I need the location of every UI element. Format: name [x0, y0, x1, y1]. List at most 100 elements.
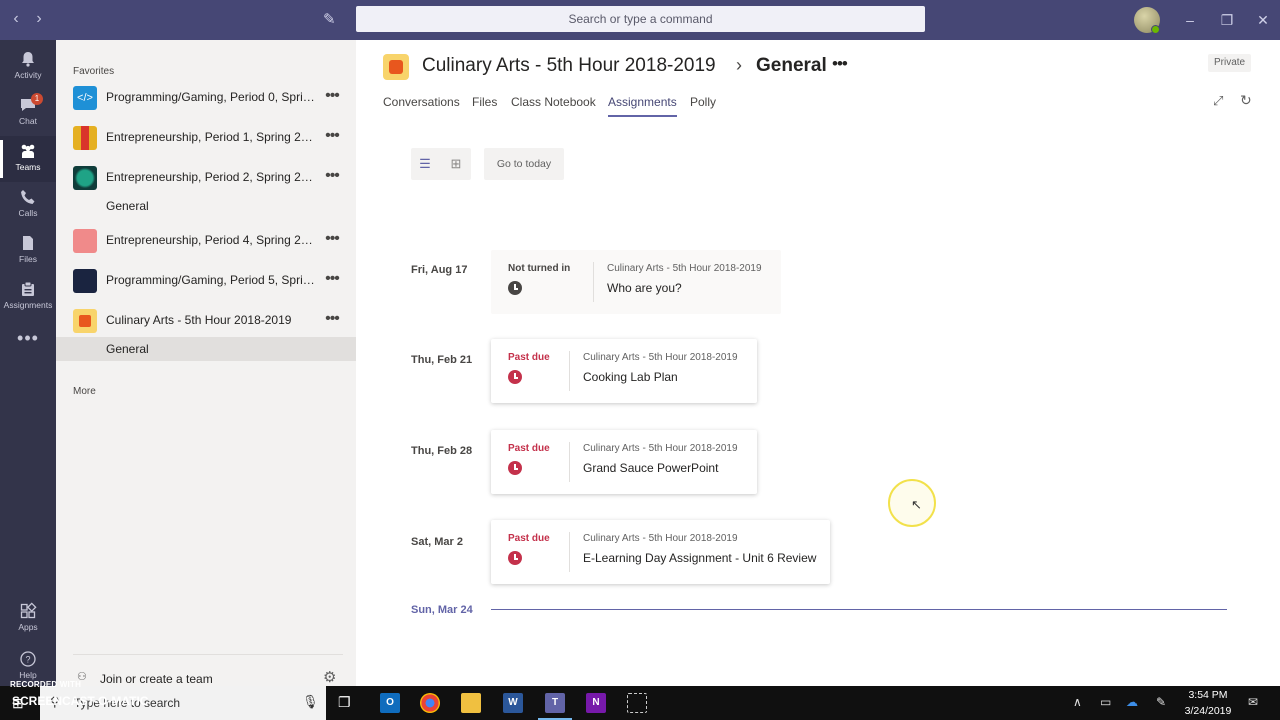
battery-icon: ▭	[1100, 695, 1112, 709]
help-icon: ?	[20, 651, 36, 667]
pen-icon[interactable]: ✎	[1156, 695, 1166, 709]
team-row[interactable]: Programming/Gaming, Period 5, Spring 201…	[56, 261, 356, 301]
appbar-label: Teams	[15, 162, 41, 172]
team-tile-icon	[73, 126, 97, 150]
assignment-card[interactable]: Past due Culinary Arts - 5th Hour 2018-2…	[491, 430, 757, 494]
taskbar: ⊞ ⚲ Type here to search 🎙 ❐ O W T N ∧ ▭ …	[0, 686, 1280, 720]
files-icon	[23, 236, 33, 250]
assignment-card[interactable]: Past due Culinary Arts - 5th Hour 2018-2…	[491, 339, 757, 403]
presence-indicator	[1151, 25, 1160, 34]
tab-files[interactable]: Files	[472, 95, 497, 117]
tab-class-notebook[interactable]: Class Notebook	[511, 95, 596, 117]
tab-assignments[interactable]: Assignments	[608, 95, 677, 117]
appbar-item-apps[interactable]: Apps	[0, 596, 56, 642]
team-row[interactable]: Entrepreneurship, Period 1, Spring 2019 …	[56, 118, 356, 158]
appbar-item-teams[interactable]: Teams	[0, 136, 56, 182]
private-badge: Private	[1208, 54, 1252, 72]
grid-view-icon[interactable]: ⊞	[448, 156, 464, 172]
assignment-date: Fri, Aug 17	[411, 264, 468, 276]
onenote-icon[interactable]: N	[586, 693, 606, 713]
team-row[interactable]: Culinary Arts - 5th Hour 2018-2019 •••	[56, 301, 356, 341]
microphone-icon[interactable]: 🎙	[302, 694, 319, 710]
tab-conversations[interactable]: Conversations	[383, 95, 460, 117]
refresh-icon[interactable]: ↻	[1240, 92, 1252, 109]
assignment-card[interactable]: Not turned in Culinary Arts - 5th Hour 2…	[491, 250, 781, 314]
more-options-icon[interactable]: •••	[322, 230, 342, 250]
channel-item-general-selected[interactable]: General	[56, 337, 356, 361]
outlook-icon[interactable]: O	[380, 693, 400, 713]
chevron-up-icon[interactable]: ∧	[1073, 695, 1082, 709]
more-options-icon[interactable]: •••	[322, 310, 342, 330]
more-options-icon[interactable]: •••	[322, 87, 342, 107]
more-options-icon[interactable]: •••	[322, 127, 342, 147]
command-search-box[interactable]: Search or type a command	[356, 6, 925, 32]
forward-arrow-icon[interactable]: ›	[30, 10, 48, 28]
word-icon[interactable]: W	[503, 693, 523, 713]
teams-taskbar-icon[interactable]: T	[545, 693, 565, 713]
appbar-label: Files	[19, 254, 37, 264]
minimize-icon[interactable]: –	[1180, 10, 1200, 30]
notification-icon[interactable]: ✉	[1248, 695, 1258, 709]
gear-icon[interactable]: ⚙	[323, 668, 336, 686]
assignment-title: Who are you?	[607, 281, 682, 295]
clock-date[interactable]: 3/24/2019	[1180, 705, 1236, 717]
clock-icon	[508, 551, 522, 565]
clock-icon	[508, 370, 522, 384]
list-view-icon[interactable]: ☰	[417, 156, 433, 172]
assignment-status: Past due	[508, 352, 550, 363]
appbar-item-assignments[interactable]: Assignments	[0, 274, 56, 320]
folder-icon[interactable]	[461, 693, 481, 713]
clock-icon	[508, 281, 522, 295]
go-to-today-button[interactable]: Go to today	[484, 148, 564, 180]
chrome-icon[interactable]	[420, 693, 440, 713]
apps-icon	[20, 602, 37, 619]
snipping-tool-icon[interactable]	[627, 693, 647, 713]
assignment-status: Past due	[508, 443, 550, 454]
team-row[interactable]: </> Programming/Gaming, Period 0, Spring…	[56, 78, 356, 118]
channel-name: General	[106, 199, 149, 213]
assignment-team: Culinary Arts - 5th Hour 2018-2019	[583, 352, 738, 363]
close-icon[interactable]: ✕	[1253, 10, 1273, 30]
back-arrow-icon[interactable]: ‹	[7, 10, 25, 28]
assignment-date: Sat, Mar 2	[411, 536, 463, 548]
assignment-team: Culinary Arts - 5th Hour 2018-2019	[583, 533, 738, 544]
teams-icon	[21, 144, 35, 158]
more-label: More	[73, 386, 96, 397]
clock-time[interactable]: 3:54 PM	[1186, 689, 1230, 701]
appbar-label: Chat	[19, 116, 37, 126]
appbar-item-files[interactable]: Files	[0, 228, 56, 274]
appbar-item-chat[interactable]: 1 Chat	[0, 90, 56, 136]
more-apps-icon[interactable]: •••	[0, 324, 56, 370]
recorded-with-watermark: RECORDED WITH	[10, 680, 82, 689]
more-options-icon[interactable]: •••	[322, 167, 342, 187]
join-or-create-team[interactable]: ⚇ Join or create a team ⚙	[73, 654, 343, 686]
chat-badge: 1	[31, 93, 43, 105]
team-name: Programming/Gaming, Period 0, Spring 201…	[106, 90, 316, 104]
appbar-label: Activity	[14, 70, 42, 80]
tab-polly[interactable]: Polly	[690, 95, 716, 117]
clock-icon	[508, 461, 522, 475]
code-icon: </>	[73, 86, 97, 110]
task-view-icon[interactable]: ❐	[338, 694, 351, 711]
svg-text:?: ?	[25, 655, 30, 665]
appbar-item-calls[interactable]: Calls	[0, 182, 56, 228]
appbar-item-activity[interactable]: Activity	[0, 44, 56, 90]
assignment-date: Thu, Feb 21	[411, 354, 473, 366]
more-options-icon[interactable]: •••	[322, 270, 342, 290]
assignment-card[interactable]: Past due Culinary Arts - 5th Hour 2018-2…	[491, 520, 830, 584]
compose-icon[interactable]: ✎	[323, 10, 343, 30]
expand-icon[interactable]: ⤢	[1213, 93, 1223, 109]
view-toggle: ☰ ⊞	[411, 148, 471, 180]
more-options-icon[interactable]: •••	[832, 54, 848, 74]
restore-icon[interactable]: ❐	[1217, 10, 1237, 30]
assignment-title: E-Learning Day Assignment - Unit 6 Revie…	[583, 551, 817, 565]
team-row[interactable]: Entrepreneurship, Period 2, Spring 2019 …	[56, 158, 356, 198]
channel-item-general[interactable]: General	[56, 194, 356, 218]
onedrive-icon[interactable]: ☁	[1126, 695, 1138, 709]
assignment-title: Grand Sauce PowerPoint	[583, 461, 719, 475]
favorites-label: Favorites	[73, 66, 115, 77]
chevron-right-icon: ›	[736, 55, 742, 75]
team-row[interactable]: Entrepreneurship, Period 4, Spring 2019 …	[56, 221, 356, 261]
card-divider	[593, 262, 594, 302]
appbar-label: Calls	[18, 208, 38, 218]
